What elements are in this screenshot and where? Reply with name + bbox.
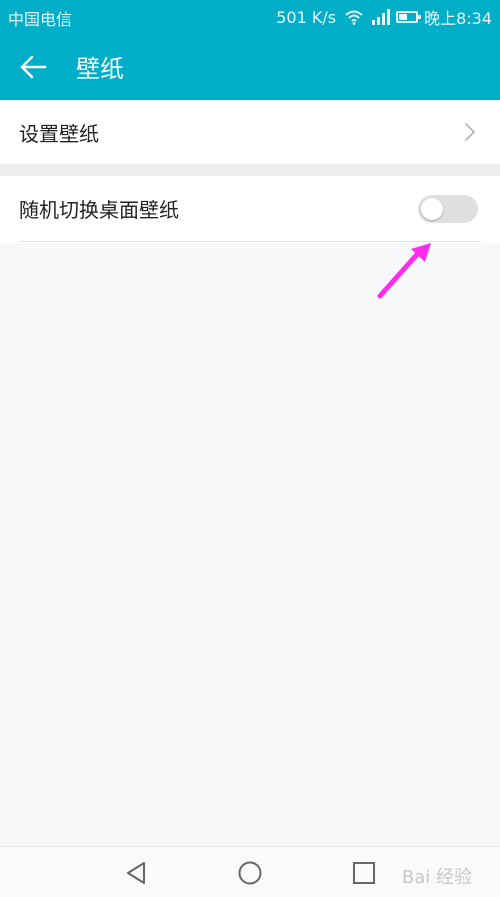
status-bar: 中国电信 501 K/s 晚上8:34	[0, 0, 500, 32]
random-wallpaper-section: 随机切换桌面壁纸	[0, 176, 500, 243]
clock: 晚上8:34	[424, 9, 492, 28]
navigation-bar: Bai 经验	[0, 846, 500, 897]
random-wallpaper-label: 随机切换桌面壁纸	[19, 198, 179, 222]
square-recent-icon[interactable]	[350, 859, 378, 887]
status-right: 501 K/s 晚上8:34	[276, 5, 492, 29]
set-wallpaper-label: 设置壁纸	[19, 122, 99, 146]
watermark-logo: Bai 经验	[401, 867, 472, 888]
random-wallpaper-toggle[interactable]	[418, 195, 478, 223]
chevron-right-icon	[465, 123, 475, 141]
battery-level	[399, 14, 408, 20]
circle-home-icon[interactable]	[236, 859, 264, 887]
page-title: 壁纸	[76, 55, 124, 83]
arrow-left-icon[interactable]	[18, 52, 48, 82]
screen: 中国电信 501 K/s 晚上8:34 壁纸 设置壁纸 随机切换桌面壁纸 Bai…	[0, 0, 500, 897]
random-wallpaper-row[interactable]: 随机切换桌面壁纸	[0, 176, 500, 243]
section-gap	[0, 164, 500, 176]
toggle-knob	[421, 198, 443, 220]
wifi-icon	[345, 10, 363, 25]
app-bar: 壁纸	[0, 32, 500, 100]
signal-icon	[372, 9, 391, 25]
carrier-name: 中国电信	[8, 10, 73, 29]
triangle-back-icon[interactable]	[122, 859, 150, 887]
battery-icon	[396, 11, 422, 23]
network-speed: 501 K/s	[276, 7, 337, 27]
set-wallpaper-row[interactable]: 设置壁纸	[0, 100, 500, 165]
set-wallpaper-section: 设置壁纸	[0, 100, 500, 165]
annotation-arrow-icon	[377, 243, 431, 299]
